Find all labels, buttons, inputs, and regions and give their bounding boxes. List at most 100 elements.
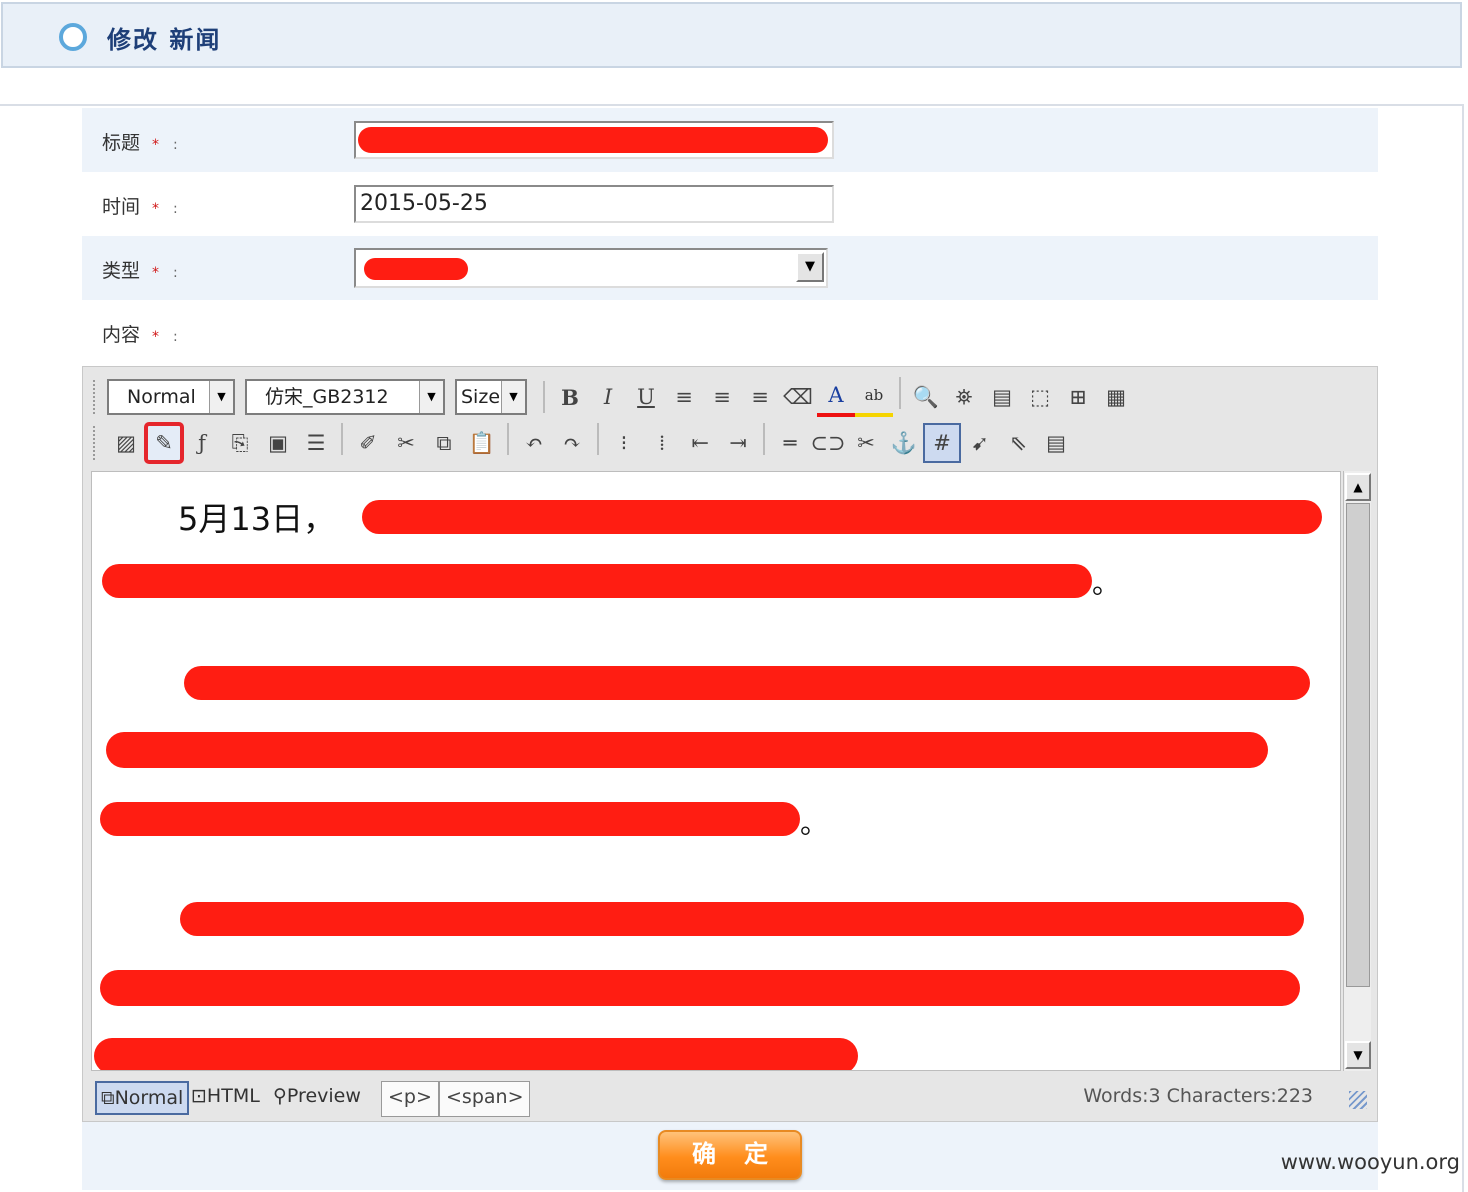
tag-selector-p[interactable]: <p>	[381, 1081, 439, 1117]
copy-icon[interactable]: ⧉	[425, 423, 463, 463]
title-input[interactable]	[354, 121, 834, 159]
toolbar-row-1: Normal ▼ 仿宋_GB2312 ▼ Size ▼ B I U ≡ ≡ ≡ ⌫ Aab 🔍 ⛯ ▤ ⬚ ⊞…	[93, 375, 1135, 419]
horizontal-rule-icon[interactable]: ═	[771, 423, 809, 463]
toolbar-separator	[763, 423, 765, 455]
scroll-down-arrow-icon[interactable]: ▼	[1345, 1041, 1371, 1069]
format-select[interactable]: Normal ▼	[107, 379, 235, 415]
editor-status-bar: ⧉Normal ⊡HTML ⚲Preview <p> <span> Words:…	[91, 1077, 1371, 1117]
confirm-button[interactable]: 确定	[658, 1130, 802, 1180]
html-mode-tab[interactable]: ⊡HTML	[187, 1081, 264, 1115]
word-count: Words:3 Characters:223	[1083, 1085, 1313, 1107]
design-icon: ⧉	[101, 1087, 115, 1109]
layer-icon[interactable]: ⬚	[1021, 377, 1059, 417]
cut-icon[interactable]: ✂	[387, 423, 425, 463]
toolbar-separator	[543, 381, 545, 413]
word-paste-icon[interactable]: ▣	[259, 423, 297, 463]
unordered-list-icon[interactable]: ⁞	[643, 423, 681, 463]
redaction	[100, 802, 800, 836]
align-left-icon[interactable]: ≡	[665, 377, 703, 417]
chevron-down-icon[interactable]: ▼	[796, 252, 824, 282]
eraser-icon[interactable]: ⌫	[779, 377, 817, 417]
toolbar-grip[interactable]	[93, 380, 99, 414]
find-icon[interactable]: ⛯	[945, 377, 983, 417]
table-icon[interactable]: ▦	[1097, 377, 1135, 417]
toolbar-row-2: ▨ ✎ ƒ ⎘ ▣ ☰ ✐ ✂ ⧉ 📋 ↶ ↷ ⁝ ⁞ ⇤ ⇥ ═ ⊂⊃ ✂ ⚓ # ➹ ⇖ ▤	[93, 421, 1075, 465]
toolbar-separator	[597, 423, 599, 455]
period: 。	[1092, 567, 1121, 600]
type-row: 类型 *: ▼	[82, 236, 1378, 300]
required-mark: *	[152, 137, 160, 153]
content-text: 5月13日，	[178, 500, 336, 538]
time-input[interactable]: 2015-05-25	[354, 185, 834, 223]
highlight-icon[interactable]: ab	[855, 377, 893, 417]
toolbar-separator	[899, 377, 901, 409]
toolbar-buttons-2: ▨ ✎ ƒ ⎘ ▣ ☰ ✐ ✂ ⧉ 📋 ↶ ↷ ⁝ ⁞ ⇤ ⇥ ═ ⊂⊃ ✂ ⚓ # ➹ ⇖ ▤	[107, 422, 1075, 464]
anchor-icon[interactable]: ⚓	[885, 423, 923, 463]
align-center-icon[interactable]: ≡	[703, 377, 741, 417]
indent-icon[interactable]: ⇥	[719, 423, 757, 463]
redaction	[184, 666, 1310, 700]
redaction	[180, 902, 1304, 936]
image-icon[interactable]: ▨	[107, 423, 145, 463]
font-color-icon[interactable]: A	[817, 377, 855, 417]
watermark: www.wooyun.org	[1280, 1150, 1460, 1174]
preview-mode-tab[interactable]: ⚲Preview	[269, 1081, 365, 1115]
undo-icon[interactable]: ↶	[515, 423, 553, 463]
required-mark: *	[152, 265, 160, 281]
title-label: 标题 *:	[102, 132, 178, 154]
content-row: 内容 *:	[82, 300, 1378, 364]
zoom-icon[interactable]: 🔍	[907, 377, 945, 417]
resize-handle-icon[interactable]	[1349, 1091, 1367, 1109]
required-mark: *	[152, 329, 160, 345]
pdf-icon[interactable]: ⎘	[221, 423, 259, 463]
tag-selector-span[interactable]: <span>	[439, 1081, 531, 1117]
scroll-up-arrow-icon[interactable]: ▲	[1345, 473, 1371, 501]
outdent-icon[interactable]: ⇤	[681, 423, 719, 463]
content-label: 内容 *:	[102, 324, 178, 346]
normal-mode-tab[interactable]: ⧉Normal	[95, 1081, 190, 1115]
required-mark: *	[152, 201, 160, 217]
grid-icon[interactable]: #	[923, 423, 961, 463]
italic-icon[interactable]: I	[589, 377, 627, 417]
align-right-icon[interactable]: ≡	[741, 377, 779, 417]
circle-icon	[59, 23, 87, 51]
insert-media-icon[interactable]: ✎	[144, 422, 184, 464]
font-select[interactable]: 仿宋_GB2312 ▼	[245, 379, 445, 415]
period: 。	[800, 807, 829, 840]
type-select[interactable]: ▼	[354, 248, 828, 288]
redaction	[358, 127, 828, 153]
paste-icon[interactable]: 📋	[463, 423, 501, 463]
redaction	[102, 564, 1092, 598]
redo-icon[interactable]: ↷	[553, 423, 591, 463]
redaction	[100, 970, 1300, 1006]
underline-icon[interactable]: U	[627, 377, 665, 417]
flash-icon[interactable]: ƒ	[183, 423, 221, 463]
list-text-icon[interactable]: ☰	[297, 423, 335, 463]
ordered-list-icon[interactable]: ⁝	[605, 423, 643, 463]
chevron-down-icon: ▼	[501, 381, 525, 413]
html-icon: ⊡	[191, 1085, 207, 1107]
vertical-scrollbar[interactable]: ▲ ▼	[1343, 471, 1371, 1071]
size-select[interactable]: Size ▼	[455, 379, 527, 415]
unlink-icon[interactable]: ✂	[847, 423, 885, 463]
toolbar-grip[interactable]	[93, 426, 99, 460]
link-icon[interactable]: ⊂⊃	[809, 423, 847, 463]
page-title: 修改 新闻	[107, 26, 222, 54]
title-row: 标题 *:	[82, 108, 1378, 172]
toolbar-buttons-1: B I U ≡ ≡ ≡ ⌫ Aab 🔍 ⛯ ▤ ⬚ ⊞ ▦	[551, 377, 1135, 417]
page-header: 修改 新闻	[1, 2, 1462, 68]
clean-icon[interactable]: ✐	[349, 423, 387, 463]
toolbar-separator	[341, 423, 343, 455]
print-preview-icon[interactable]: ▤	[983, 377, 1021, 417]
redaction	[362, 500, 1322, 534]
form-icon[interactable]: ▤	[1037, 423, 1075, 463]
redaction	[106, 732, 1268, 768]
redaction	[364, 258, 468, 280]
table-cell-icon[interactable]: ⊞	[1059, 377, 1097, 417]
scroll-thumb[interactable]	[1346, 503, 1370, 987]
absolute-position-icon[interactable]: ➹	[961, 423, 999, 463]
editor-content-area[interactable]: 5月13日， 。 。	[91, 471, 1341, 1071]
select-pointer-icon[interactable]: ⇖	[999, 423, 1037, 463]
type-label: 类型 *:	[102, 260, 178, 282]
bold-icon[interactable]: B	[551, 377, 589, 417]
